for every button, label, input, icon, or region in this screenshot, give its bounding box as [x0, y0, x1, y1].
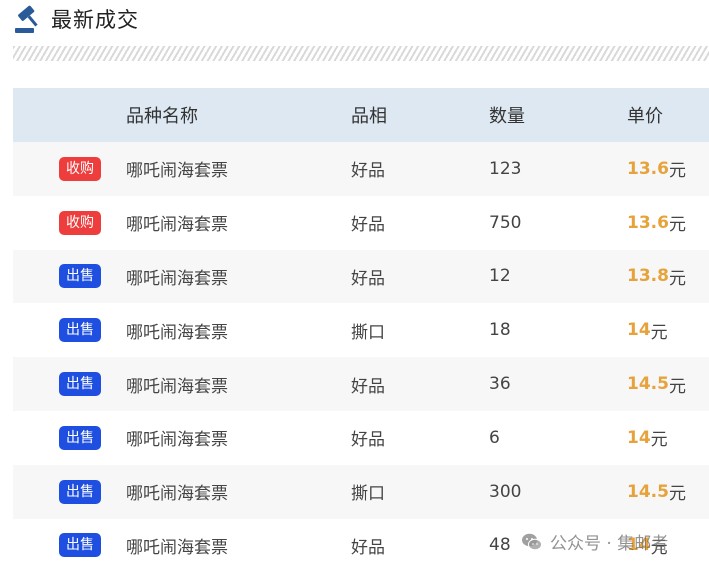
item-price: 14.5 元 — [627, 465, 686, 519]
item-condition: 好品 — [351, 215, 385, 236]
item-quantity: 123 — [489, 158, 522, 179]
item-condition: 好品 — [351, 430, 385, 451]
price-unit: 元 — [668, 161, 686, 182]
item-price: 14 元 — [627, 519, 668, 569]
table-row[interactable]: 出售 哪吒闹海套票 好品 36 14.5 元 — [13, 357, 709, 411]
price-unit: 元 — [650, 322, 668, 343]
item-price: 14.5 元 — [627, 357, 686, 411]
item-name: 哪吒闹海套票 — [126, 215, 228, 236]
price-value: 13.6 — [627, 212, 669, 233]
column-header-price: 单价 — [627, 106, 663, 127]
gavel-icon — [15, 5, 38, 33]
item-name: 哪吒闹海套票 — [126, 161, 228, 182]
table-row[interactable]: 收购 哪吒闹海套票 好品 750 13.6 元 — [13, 195, 709, 250]
price-value: 14.5 — [627, 374, 669, 395]
price-value: 13.8 — [627, 266, 669, 287]
sell-badge: 出售 — [59, 425, 101, 450]
sell-badge: 出售 — [59, 264, 101, 289]
item-quantity: 6 — [489, 427, 500, 448]
decorative-divider — [13, 46, 709, 61]
item-price: 14 元 — [627, 411, 668, 465]
table-row[interactable]: 出售 哪吒闹海套票 撕口 18 14 元 — [13, 303, 709, 358]
item-condition: 好品 — [351, 376, 385, 397]
item-condition: 撕口 — [351, 322, 385, 343]
sell-badge: 出售 — [59, 533, 101, 558]
latest-deals-page: 最新成交 品种名称 品相 数量 单价 收购 哪吒闹海套票 好品 123 13.6… — [0, 0, 709, 569]
item-price: 14 元 — [627, 303, 668, 357]
column-header-name: 品种名称 — [126, 106, 198, 127]
price-unit: 元 — [668, 484, 686, 505]
price-value: 14.5 — [627, 481, 669, 502]
item-condition: 好品 — [351, 161, 385, 182]
section-title: 最新成交 — [51, 8, 139, 32]
table-row[interactable]: 出售 哪吒闹海套票 好品 48 14 元 — [13, 518, 709, 569]
item-name: 哪吒闹海套票 — [126, 268, 228, 289]
price-value: 14 — [627, 320, 651, 341]
price-unit: 元 — [668, 376, 686, 397]
item-condition: 撕口 — [351, 484, 385, 505]
item-quantity: 750 — [489, 212, 522, 233]
price-value: 14 — [627, 535, 651, 556]
item-condition: 好品 — [351, 268, 385, 289]
price-value: 14 — [627, 427, 651, 448]
item-quantity: 12 — [489, 266, 511, 287]
table-row[interactable]: 出售 哪吒闹海套票 好品 6 14 元 — [13, 410, 709, 465]
sell-badge: 出售 — [59, 318, 101, 343]
table-body: 收购 哪吒闹海套票 好品 123 13.6 元 收购 哪吒闹海套票 好品 750 … — [13, 142, 709, 569]
price-unit: 元 — [650, 430, 668, 451]
table-header: 品种名称 品相 数量 单价 — [13, 88, 709, 142]
table-row[interactable]: 出售 哪吒闹海套票 撕口 300 14.5 元 — [13, 464, 709, 519]
item-name: 哪吒闹海套票 — [126, 484, 228, 505]
section-header: 最新成交 — [13, 5, 139, 35]
price-unit: 元 — [650, 537, 668, 558]
buy-badge: 收购 — [59, 210, 101, 235]
item-name: 哪吒闹海套票 — [126, 430, 228, 451]
item-price: 13.6 元 — [627, 142, 686, 196]
column-header-condition: 品相 — [351, 106, 387, 127]
sell-badge: 出售 — [59, 479, 101, 504]
item-quantity: 300 — [489, 481, 522, 502]
deals-table: 品种名称 品相 数量 单价 收购 哪吒闹海套票 好品 123 13.6 元 收购 … — [13, 88, 709, 569]
table-row[interactable]: 出售 哪吒闹海套票 好品 12 13.8 元 — [13, 249, 709, 304]
item-quantity: 18 — [489, 320, 511, 341]
item-name: 哪吒闹海套票 — [126, 376, 228, 397]
price-unit: 元 — [668, 215, 686, 236]
item-price: 13.8 元 — [627, 250, 686, 304]
item-name: 哪吒闹海套票 — [126, 322, 228, 343]
item-condition: 好品 — [351, 537, 385, 558]
buy-badge: 收购 — [59, 156, 101, 181]
item-price: 13.6 元 — [627, 196, 686, 250]
table-row[interactable]: 收购 哪吒闹海套票 好品 123 13.6 元 — [13, 142, 709, 196]
price-unit: 元 — [668, 268, 686, 289]
item-name: 哪吒闹海套票 — [126, 537, 228, 558]
column-header-quantity: 数量 — [489, 106, 525, 127]
item-quantity: 36 — [489, 374, 511, 395]
sell-badge: 出售 — [59, 372, 101, 397]
item-quantity: 48 — [489, 535, 511, 556]
price-value: 13.6 — [627, 158, 669, 179]
